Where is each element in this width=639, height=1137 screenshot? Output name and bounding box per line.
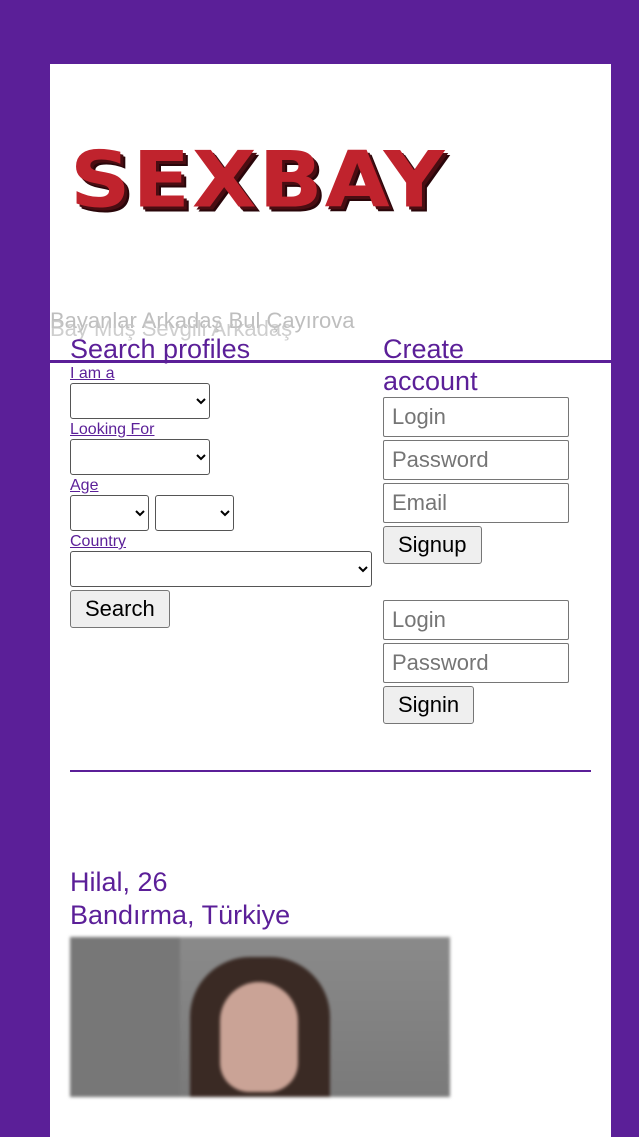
profile-photo[interactable] [70,937,450,1097]
photo-background [70,937,180,1097]
profile-card[interactable]: Hilal, 26 Bandırma, Türkiye [70,866,290,932]
i-am-label: I am a [70,365,115,382]
country-label: Country [70,533,127,550]
create-account-title: Create account [383,334,478,396]
account-panel: Create account Signup Signin [383,333,593,724]
content-layer: Search profiles I am a Looking For Age C… [50,0,611,1137]
search-title: Search profiles [70,334,251,364]
search-profiles-form: Search profiles I am a Looking For Age C… [70,333,372,628]
profile-name-age[interactable]: Hilal, 26 [70,866,290,899]
signin-password-input[interactable] [383,643,569,683]
section-divider [70,770,591,772]
search-button[interactable]: Search [70,590,170,628]
age-label: Age [70,477,99,494]
looking-for-select[interactable] [70,439,210,475]
country-select[interactable] [70,551,372,587]
age-from-select[interactable] [70,495,149,531]
signup-password-input[interactable] [383,440,569,480]
signin-button[interactable]: Signin [383,686,475,724]
signup-login-input[interactable] [383,397,569,437]
age-to-select[interactable] [155,495,234,531]
signin-login-input[interactable] [383,600,569,640]
looking-for-label: Looking For [70,421,155,438]
profile-location: Bandırma, Türkiye [70,900,291,930]
signup-button[interactable]: Signup [383,526,482,564]
signup-email-input[interactable] [383,483,569,523]
photo-face [220,982,298,1092]
i-am-select[interactable] [70,383,210,419]
